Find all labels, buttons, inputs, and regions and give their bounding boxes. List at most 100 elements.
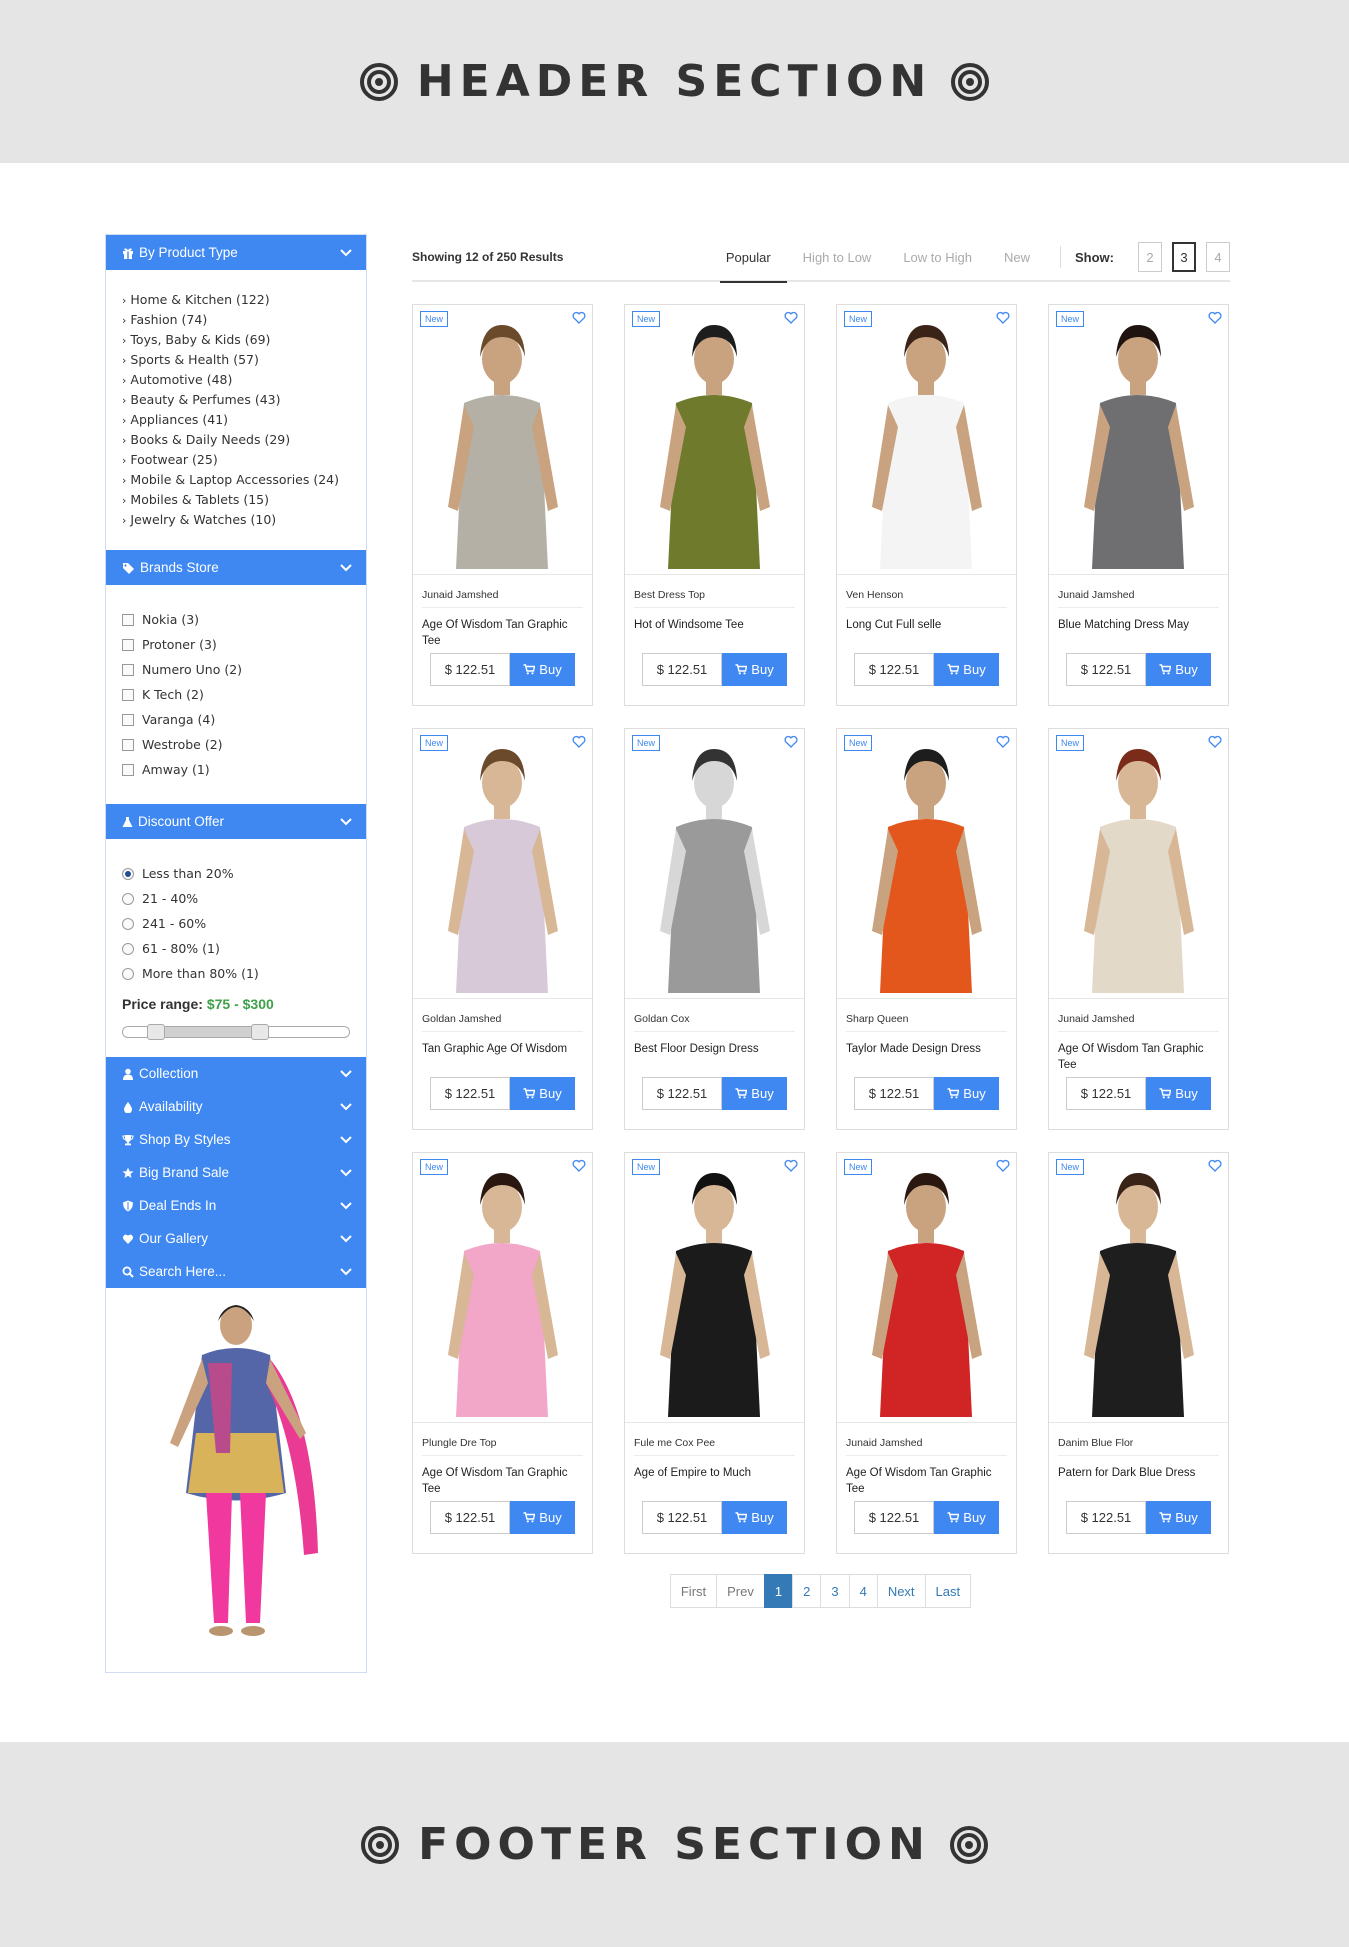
show-option-2[interactable]: 2 — [1138, 242, 1162, 272]
sort-tab-low-to-high[interactable]: Low to High — [887, 233, 988, 281]
page-link-prev[interactable]: Prev — [716, 1574, 765, 1608]
buy-button[interactable]: Buy — [934, 1077, 999, 1110]
promo-image[interactable] — [106, 1288, 366, 1668]
product-card[interactable]: New Danim Blue Flor Patern for Dark Blue D… — [1048, 1152, 1229, 1554]
discount-option[interactable]: 61 - 80% (1) — [122, 936, 350, 961]
section-header-shop-by-styles[interactable]: Shop By Styles — [106, 1123, 366, 1156]
product-card[interactable]: New Plungle Dre Top Age Of Wisdom Tan Grap… — [412, 1152, 593, 1554]
product-image[interactable]: New — [625, 729, 804, 999]
page-link-4[interactable]: 4 — [848, 1574, 878, 1608]
heart-icon[interactable] — [784, 1159, 798, 1172]
discount-radio[interactable] — [122, 892, 134, 905]
heart-icon[interactable] — [996, 1159, 1010, 1172]
product-name[interactable]: Age Of Wisdom Tan Graphic Tee — [1058, 1041, 1219, 1073]
discount-option[interactable]: Less than 20% — [122, 861, 350, 886]
show-option-3[interactable]: 3 — [1172, 242, 1196, 272]
product-image[interactable]: New — [837, 729, 1016, 999]
buy-button[interactable]: Buy — [722, 1501, 787, 1534]
section-header-our-gallery[interactable]: Our Gallery — [106, 1222, 366, 1255]
brands-header[interactable]: Brands Store — [106, 550, 366, 585]
brand-option[interactable]: Westrobe (2) — [122, 732, 350, 757]
discount-option[interactable]: More than 80% (1) — [122, 961, 350, 986]
product-image[interactable]: New — [625, 1153, 804, 1423]
brand-option[interactable]: Numero Uno (2) — [122, 657, 350, 682]
product-card[interactable]: New Junaid Jamshed Age Of Wisdom Tan Graph… — [836, 1152, 1017, 1554]
product-type-item[interactable]: › Toys, Baby & Kids (69) — [122, 330, 350, 350]
product-type-item[interactable]: › Fashion (74) — [122, 310, 350, 330]
brand-option[interactable]: Varanga (4) — [122, 707, 350, 732]
product-card[interactable]: New Goldan Cox Best Floor Design Dress $ 12… — [624, 728, 805, 1130]
slider-max-handle[interactable] — [251, 1024, 269, 1040]
heart-icon[interactable] — [784, 311, 798, 324]
product-image[interactable]: New — [1049, 729, 1228, 999]
page-link-next[interactable]: Next — [876, 1574, 926, 1608]
section-header-availability[interactable]: Availability — [106, 1090, 366, 1123]
product-image[interactable]: New — [837, 1153, 1016, 1423]
product-type-item[interactable]: › Appliances (41) — [122, 410, 350, 430]
product-type-item[interactable]: › Footwear (25) — [122, 450, 350, 470]
brand-option[interactable]: Amway (1) — [122, 757, 350, 782]
product-name[interactable]: Hot of Windsome Tee — [634, 617, 795, 649]
product-image[interactable]: New — [413, 305, 592, 575]
discount-radio[interactable] — [122, 942, 134, 955]
discount-radio[interactable] — [122, 917, 134, 930]
product-card[interactable]: New Fule me Cox Pee Age of Empire to Much $… — [624, 1152, 805, 1554]
product-name[interactable]: Age Of Wisdom Tan Graphic Tee — [846, 1465, 1007, 1497]
buy-button[interactable]: Buy — [1146, 1501, 1211, 1534]
buy-button[interactable]: Buy — [722, 653, 787, 686]
heart-icon[interactable] — [784, 735, 798, 748]
heart-icon[interactable] — [1208, 735, 1222, 748]
brand-checkbox[interactable] — [122, 763, 134, 776]
product-image[interactable]: New — [1049, 305, 1228, 575]
product-name[interactable]: Age of Empire to Much — [634, 1465, 795, 1497]
buy-button[interactable]: Buy — [510, 1077, 575, 1110]
product-type-item[interactable]: › Jewelry & Watches (10) — [122, 510, 350, 530]
heart-icon[interactable] — [572, 735, 586, 748]
page-link-2[interactable]: 2 — [792, 1574, 822, 1608]
brand-checkbox[interactable] — [122, 663, 134, 676]
page-link-3[interactable]: 3 — [820, 1574, 850, 1608]
product-image[interactable]: New — [625, 305, 804, 575]
product-type-item[interactable]: › Beauty & Perfumes (43) — [122, 390, 350, 410]
page-link-first[interactable]: First — [669, 1574, 718, 1608]
brand-checkbox[interactable] — [122, 613, 134, 626]
product-type-item[interactable]: › Books & Daily Needs (29) — [122, 430, 350, 450]
product-type-item[interactable]: › Automotive (48) — [122, 370, 350, 390]
product-name[interactable]: Blue Matching Dress May — [1058, 617, 1219, 649]
sort-tab-new[interactable]: New — [988, 233, 1046, 281]
price-range-slider[interactable] — [122, 1024, 350, 1040]
product-image[interactable]: New — [1049, 1153, 1228, 1423]
product-image[interactable]: New — [413, 729, 592, 999]
buy-button[interactable]: Buy — [510, 1501, 575, 1534]
heart-icon[interactable] — [996, 311, 1010, 324]
discount-radio[interactable] — [122, 867, 134, 880]
discount-option[interactable]: 241 - 60% — [122, 911, 350, 936]
buy-button[interactable]: Buy — [934, 653, 999, 686]
product-type-item[interactable]: › Mobile & Laptop Accessories (24) — [122, 470, 350, 490]
product-type-item[interactable]: › Home & Kitchen (122) — [122, 290, 350, 310]
product-name[interactable]: Patern for Dark Blue Dress — [1058, 1465, 1219, 1497]
buy-button[interactable]: Buy — [1146, 1077, 1211, 1110]
product-type-item[interactable]: › Mobiles & Tablets (15) — [122, 490, 350, 510]
product-type-header[interactable]: By Product Type — [106, 235, 366, 270]
product-name[interactable]: Age Of Wisdom Tan Graphic Tee — [422, 617, 583, 649]
sort-tab-popular[interactable]: Popular — [710, 233, 787, 283]
product-card[interactable]: New Goldan Jamshed Tan Graphic Age Of Wisd… — [412, 728, 593, 1130]
heart-icon[interactable] — [572, 1159, 586, 1172]
heart-icon[interactable] — [996, 735, 1010, 748]
product-type-item[interactable]: › Sports & Health (57) — [122, 350, 350, 370]
product-image[interactable]: New — [413, 1153, 592, 1423]
buy-button[interactable]: Buy — [1146, 653, 1211, 686]
product-image[interactable]: New — [837, 305, 1016, 575]
buy-button[interactable]: Buy — [510, 653, 575, 686]
buy-button[interactable]: Buy — [934, 1501, 999, 1534]
buy-button[interactable]: Buy — [722, 1077, 787, 1110]
brand-option[interactable]: Nokia (3) — [122, 607, 350, 632]
product-name[interactable]: Age Of Wisdom Tan Graphic Tee — [422, 1465, 583, 1497]
brand-option[interactable]: K Tech (2) — [122, 682, 350, 707]
product-card[interactable]: New Best Dress Top Hot of Windsome Tee $ 12… — [624, 304, 805, 706]
brand-checkbox[interactable] — [122, 638, 134, 651]
show-option-4[interactable]: 4 — [1206, 242, 1230, 272]
product-card[interactable]: New Junaid Jamshed Age Of Wisdom Tan Graph… — [1048, 728, 1229, 1130]
product-card[interactable]: New Junaid Jamshed Age Of Wisdom Tan Graph… — [412, 304, 593, 706]
